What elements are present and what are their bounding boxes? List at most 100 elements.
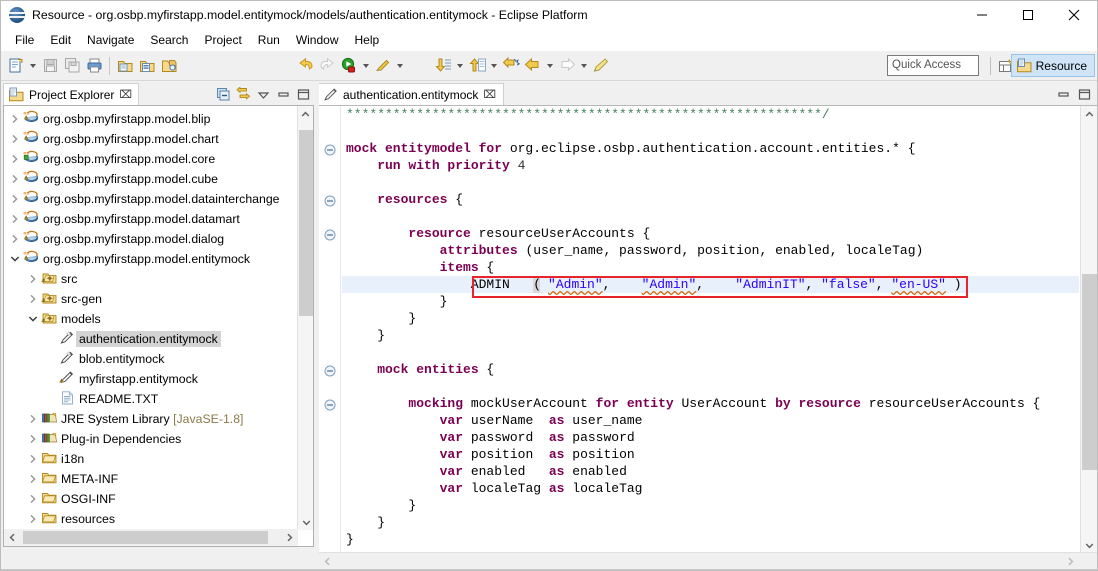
back-dropdown-icon[interactable] (544, 54, 556, 78)
editor-minimize-icon[interactable] (1054, 85, 1072, 103)
tree-item-jre-system-library[interactable]: JRE System Library [JavaSE-1.8] (4, 409, 298, 429)
tree-item-org-osbp-myfirstapp-model-dialog[interactable]: os org.osbp.myfirstapp.model.dialog (4, 229, 298, 249)
tab-authentication-entitymock[interactable]: authentication.entitymock ⌧ (319, 83, 505, 105)
tree-item-blob-entitymock[interactable]: blob.entitymock (4, 349, 298, 369)
fold-collapse-icon[interactable] (324, 228, 336, 241)
menu-window[interactable]: Window (288, 31, 347, 49)
scroll-down-icon[interactable] (298, 514, 313, 530)
code-line[interactable]: } (346, 293, 448, 310)
menu-search[interactable]: Search (142, 31, 196, 49)
tree-item-resources[interactable]: resources (4, 509, 298, 529)
tree-item-osgi-inf[interactable]: OSGI-INF (4, 489, 298, 509)
view-menu-icon[interactable] (254, 86, 272, 104)
last-edit-location-icon[interactable] (500, 54, 522, 78)
save-icon[interactable] (39, 54, 61, 78)
scroll-left-icon[interactable] (4, 529, 21, 546)
code-line[interactable]: resources { (346, 191, 463, 208)
editor-scrollbar-thumb[interactable] (1082, 274, 1097, 470)
tree-item-org-osbp-myfirstapp-model-cube[interactable]: os org.osbp.myfirstapp.model.cube (4, 169, 298, 189)
forward-icon[interactable] (556, 54, 578, 78)
editor-vertical-scrollbar[interactable] (1080, 106, 1097, 553)
minimize-button[interactable] (959, 1, 1005, 29)
editor-body[interactable]: ****************************************… (319, 105, 1097, 569)
code-line[interactable]: mock entitymodel for org.eclipse.osbp.au… (346, 140, 916, 157)
editor-horizontal-scrollbar[interactable] (319, 552, 1097, 569)
chevron-down-icon[interactable] (26, 310, 40, 328)
close-icon[interactable]: ⌧ (119, 88, 132, 101)
collapse-all-icon[interactable] (214, 86, 232, 104)
chevron-right-icon[interactable] (26, 270, 40, 288)
menu-project[interactable]: Project (196, 31, 249, 49)
code-line[interactable]: var position as position (346, 446, 635, 463)
chevron-right-icon[interactable] (26, 490, 40, 508)
code-line[interactable]: var password as password (346, 429, 635, 446)
code-line[interactable]: mocking mockUserAccount for entity UserA… (346, 395, 1040, 412)
previous-annotation-dropdown-icon[interactable] (488, 54, 500, 78)
tree-item-authentication-entitymock[interactable]: authentication.entitymock (4, 329, 298, 349)
code-text-area[interactable]: ****************************************… (342, 106, 1079, 553)
menu-edit[interactable]: Edit (42, 31, 79, 49)
tree-scrollbar-thumb[interactable] (299, 130, 313, 316)
code-line[interactable]: var userName as user_name (346, 412, 643, 429)
chevron-right-icon[interactable] (26, 450, 40, 468)
tree-horizontal-scrollbar[interactable] (4, 529, 298, 546)
chevron-right-icon[interactable] (8, 150, 22, 168)
tree-item-org-osbp-myfirstapp-model-datainterchange[interactable]: os org.osbp.myfirstapp.model.datainterch… (4, 189, 298, 209)
tree-item-src-gen[interactable]: src-gen (4, 289, 298, 309)
tree-item-i18n[interactable]: i18n (4, 449, 298, 469)
fold-collapse-icon[interactable] (324, 194, 336, 207)
chevron-right-icon[interactable] (8, 130, 22, 148)
chevron-right-icon[interactable] (26, 510, 40, 528)
tree-item-org-osbp-myfirstapp-model-entitymock[interactable]: os org.osbp.myfirstapp.model.entitymock (4, 249, 298, 269)
menu-file[interactable]: File (7, 31, 42, 49)
previous-annotation-icon[interactable] (466, 54, 488, 78)
chevron-down-icon[interactable] (8, 250, 22, 268)
quick-access-input[interactable]: Quick Access (887, 55, 979, 76)
next-annotation-icon[interactable] (432, 54, 454, 78)
forward-dropdown-icon[interactable] (578, 54, 590, 78)
chevron-right-icon[interactable] (26, 470, 40, 488)
code-line[interactable]: ADMIN ( "Admin", "Admin", "AdminIT", "fa… (346, 276, 962, 293)
tree-item-org-osbp-myfirstapp-model-blip[interactable]: os org.osbp.myfirstapp.model.blip (4, 109, 298, 129)
tree-item-plug-in-dependencies[interactable]: Plug-in Dependencies (4, 429, 298, 449)
undo-icon[interactable] (294, 54, 316, 78)
tree-item-src[interactable]: src (4, 269, 298, 289)
code-line[interactable]: } (346, 514, 385, 531)
new-class-icon[interactable] (158, 54, 180, 78)
perspective-resource-button[interactable]: Resource (1010, 54, 1095, 77)
code-line[interactable]: var localeTag as localeTag (346, 480, 643, 497)
menu-navigate[interactable]: Navigate (79, 31, 142, 49)
code-line[interactable]: attributes (user_name, password, positio… (346, 242, 924, 259)
fold-collapse-icon[interactable] (324, 398, 336, 411)
debug-icon[interactable] (372, 54, 394, 78)
tree-item-meta-inf[interactable]: META-INF (4, 469, 298, 489)
folding-column[interactable] (319, 106, 341, 553)
project-tree-container[interactable]: os org.osbp.myfirstapp.model.blip os org… (3, 105, 314, 547)
chevron-right-icon[interactable] (26, 410, 40, 428)
code-line[interactable]: } (346, 327, 385, 344)
editor-scroll-down-icon[interactable] (1081, 537, 1097, 553)
tree-vertical-scrollbar[interactable] (297, 106, 313, 530)
minimize-icon[interactable] (274, 86, 292, 104)
code-line[interactable]: } (346, 310, 416, 327)
menu-help[interactable]: Help (347, 31, 388, 49)
tree-item-myfirstapp-entitymock[interactable]: myfirstapp.entitymock (4, 369, 298, 389)
new-package-icon[interactable] (136, 54, 158, 78)
editor-maximize-icon[interactable] (1075, 85, 1093, 103)
fold-collapse-icon[interactable] (324, 364, 336, 377)
code-line[interactable]: ****************************************… (346, 106, 830, 123)
chevron-right-icon[interactable] (8, 190, 22, 208)
code-line[interactable]: run with priority 4 (346, 157, 525, 174)
new-wizard-icon[interactable] (5, 54, 27, 78)
close-button[interactable] (1051, 1, 1097, 29)
next-annotation-dropdown-icon[interactable] (454, 54, 466, 78)
editor-scroll-right-icon[interactable] (1062, 553, 1079, 570)
new-wizard-dropdown-icon[interactable] (27, 54, 39, 78)
editor-scroll-up-icon[interactable] (1081, 106, 1097, 122)
run-icon[interactable] (338, 54, 360, 78)
link-with-editor-icon[interactable] (234, 86, 252, 104)
chevron-right-icon[interactable] (26, 290, 40, 308)
tree-item-readme-txt[interactable]: README.TXT (4, 389, 298, 409)
code-line[interactable]: } (346, 531, 354, 548)
tree-item-org-osbp-myfirstapp-model-core[interactable]: os org.osbp.myfirstapp.model.core (4, 149, 298, 169)
